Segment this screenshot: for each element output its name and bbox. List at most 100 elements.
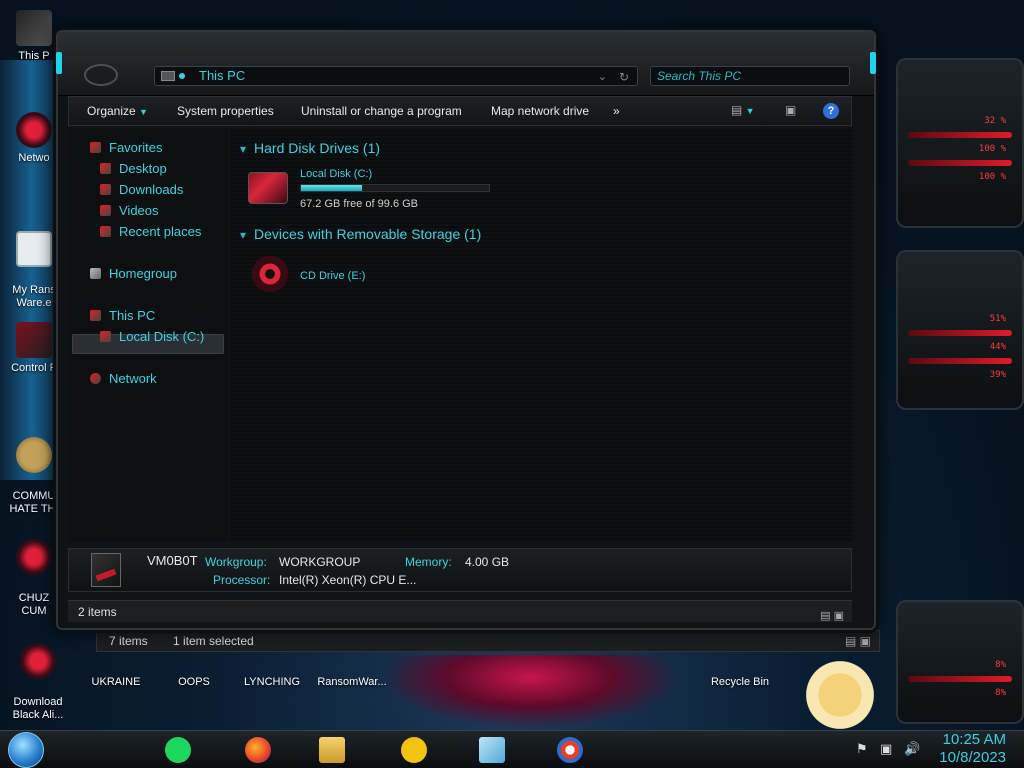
homegroup-icon (90, 268, 101, 279)
collapse-icon: ▾ (240, 228, 247, 242)
taskbar-app-spotify[interactable] (160, 734, 196, 766)
desktop-icon-ransomware[interactable]: RansomWar... (314, 676, 390, 689)
nav-local-disk[interactable]: Local Disk (C:) (100, 329, 204, 344)
computer-icon (16, 10, 52, 46)
refresh-icon[interactable]: ↻ (619, 68, 629, 86)
help-icon[interactable]: ? (823, 103, 839, 119)
cpu-gadget[interactable]: 32 % 100 % 100 % (896, 58, 1024, 228)
drive-name: Local Disk (C:) (300, 168, 373, 180)
view-toggle-icon[interactable]: ▤ ▣ (820, 605, 844, 627)
desktop-icon-lynching[interactable]: LYNCHING (238, 676, 306, 689)
gadget-value: 51% (989, 314, 1006, 324)
item-count: 7 items (109, 634, 148, 648)
gadget-bar (908, 676, 1012, 682)
star-icon (90, 142, 101, 153)
control-panel-icon (16, 322, 52, 358)
address-bar[interactable]: This PC ⌄ ↻ (154, 66, 638, 86)
clock-date: 10/8/2023 (939, 749, 1006, 766)
system-properties-button[interactable]: System properties (177, 104, 274, 118)
gadget-bar (908, 160, 1012, 166)
spotify-icon (165, 737, 191, 763)
gadget-value: 100 % (978, 172, 1006, 182)
desktop-icon (100, 163, 111, 174)
workgroup-label: Workgroup: (205, 555, 267, 569)
computer-name: VM0B0T (147, 553, 198, 568)
volume-icon[interactable]: 🔊 (904, 741, 920, 757)
desktop-icon-oops[interactable]: OOPS (160, 676, 228, 689)
view-toggle-icon[interactable]: ▤ ▣ (845, 631, 871, 651)
back-forward-button[interactable] (84, 64, 118, 86)
gadget-value: 100 % (978, 144, 1006, 154)
preview-pane-icon[interactable]: ▣ (785, 103, 796, 117)
nav-desktop[interactable]: Desktop (100, 161, 167, 176)
gadget-value: 8% (995, 688, 1006, 698)
cd-drive-icon (252, 256, 288, 292)
gadget-bar (908, 132, 1012, 138)
workgroup-value: WORKGROUP (279, 555, 361, 569)
uninstall-program-button[interactable]: Uninstall or change a program (301, 104, 462, 118)
taskbar-app-paint[interactable] (552, 734, 588, 766)
nav-videos[interactable]: Videos (100, 203, 159, 218)
system-clock[interactable]: 10:25 AM 10/8/2023 (939, 731, 1006, 767)
group-header-hard-disks[interactable]: ▾ Hard Disk Drives (1) (240, 140, 380, 156)
app-icon (16, 539, 52, 575)
gadget-value: 44% (989, 342, 1006, 352)
nav-homegroup[interactable]: Homegroup (90, 266, 177, 281)
drive-free-space: 67.2 GB free of 99.6 GB (300, 198, 419, 210)
map-network-drive-button[interactable]: Map network drive (491, 104, 589, 118)
taskbar-app-firefox[interactable] (240, 734, 276, 766)
nav-network[interactable]: Network (90, 371, 157, 386)
nav-favorites[interactable]: Favorites (90, 140, 162, 155)
command-bar: Organize ▼ System properties Uninstall o… (68, 96, 852, 126)
gadget-value: 32 % (984, 116, 1006, 126)
chevron-down-icon[interactable]: ⌄ (598, 68, 607, 86)
paint-icon (557, 737, 583, 763)
network-icon (90, 373, 101, 384)
flag-icon[interactable]: ⚑ (856, 741, 868, 757)
network-gadget[interactable]: 8% 8% (896, 600, 1024, 724)
disk-usage-fill (301, 185, 363, 191)
memory-label: Memory: (405, 555, 452, 569)
background-window-status-bar: 7 items 1 item selected ▤ ▣ (96, 630, 880, 652)
computer-icon (91, 553, 121, 587)
gadget-bar (908, 358, 1012, 364)
recent-icon (100, 226, 111, 237)
desktop-icon-download[interactable]: Download Black Ali... (4, 630, 72, 722)
desktop-icon-recycle-bin[interactable]: Recycle Bin (706, 676, 774, 689)
taskbar-app-notes[interactable] (474, 734, 510, 766)
view-options-icon[interactable]: ▤ ▼ (731, 103, 755, 117)
frame-accent (870, 52, 876, 74)
taskbar-app-chat[interactable] (396, 734, 432, 766)
desktop-icon-ukraine[interactable]: UKRAINE (82, 676, 150, 689)
document-icon (16, 231, 52, 267)
status-bar: 2 items ▤ ▣ (68, 600, 852, 622)
notes-icon (479, 737, 505, 763)
group-header-removable[interactable]: ▾ Devices with Removable Storage (1) (240, 226, 481, 242)
file-list: ▾ Hard Disk Drives (1) Local Disk (C:) 67… (230, 128, 852, 542)
nav-this-pc[interactable]: This PC (90, 308, 155, 323)
more-commands-button[interactable]: » (613, 104, 620, 118)
nav-downloads[interactable]: Downloads (100, 182, 183, 197)
computer-icon (90, 310, 101, 321)
details-pane: VM0B0T Workgroup: WORKGROUP Memory: 4.00… (68, 548, 852, 592)
selection-count: 1 item selected (173, 634, 254, 648)
start-button[interactable] (8, 732, 44, 768)
explorer-window: This PC ⌄ ↻ Search This PC Organize ▼ Sy… (56, 30, 876, 630)
disk-gadget[interactable]: 51% 44% 39% (896, 250, 1024, 410)
search-input[interactable]: Search This PC (650, 66, 850, 86)
nav-recent-places[interactable]: Recent places (100, 224, 201, 239)
item-count: 2 items (78, 605, 117, 619)
chat-bubble-icon (401, 737, 427, 763)
address-text: This PC (199, 68, 246, 83)
wallpaper-figure (380, 655, 680, 730)
gadget-bar (908, 330, 1012, 336)
taskbar-app-explorer[interactable] (314, 734, 350, 766)
network-icon (16, 112, 52, 148)
hard-drive-icon (248, 172, 288, 204)
gadget-value: 39% (989, 370, 1006, 380)
organize-button[interactable]: Organize ▼ (87, 104, 148, 118)
taskbar: ⚑ ▣ 🔊 10:25 AM 10/8/2023 (0, 730, 1024, 768)
network-tray-icon[interactable]: ▣ (880, 741, 892, 757)
breadcrumb-dot-icon (179, 73, 185, 79)
navigation-pane: Favorites Desktop Downloads Videos Recen… (68, 128, 228, 542)
